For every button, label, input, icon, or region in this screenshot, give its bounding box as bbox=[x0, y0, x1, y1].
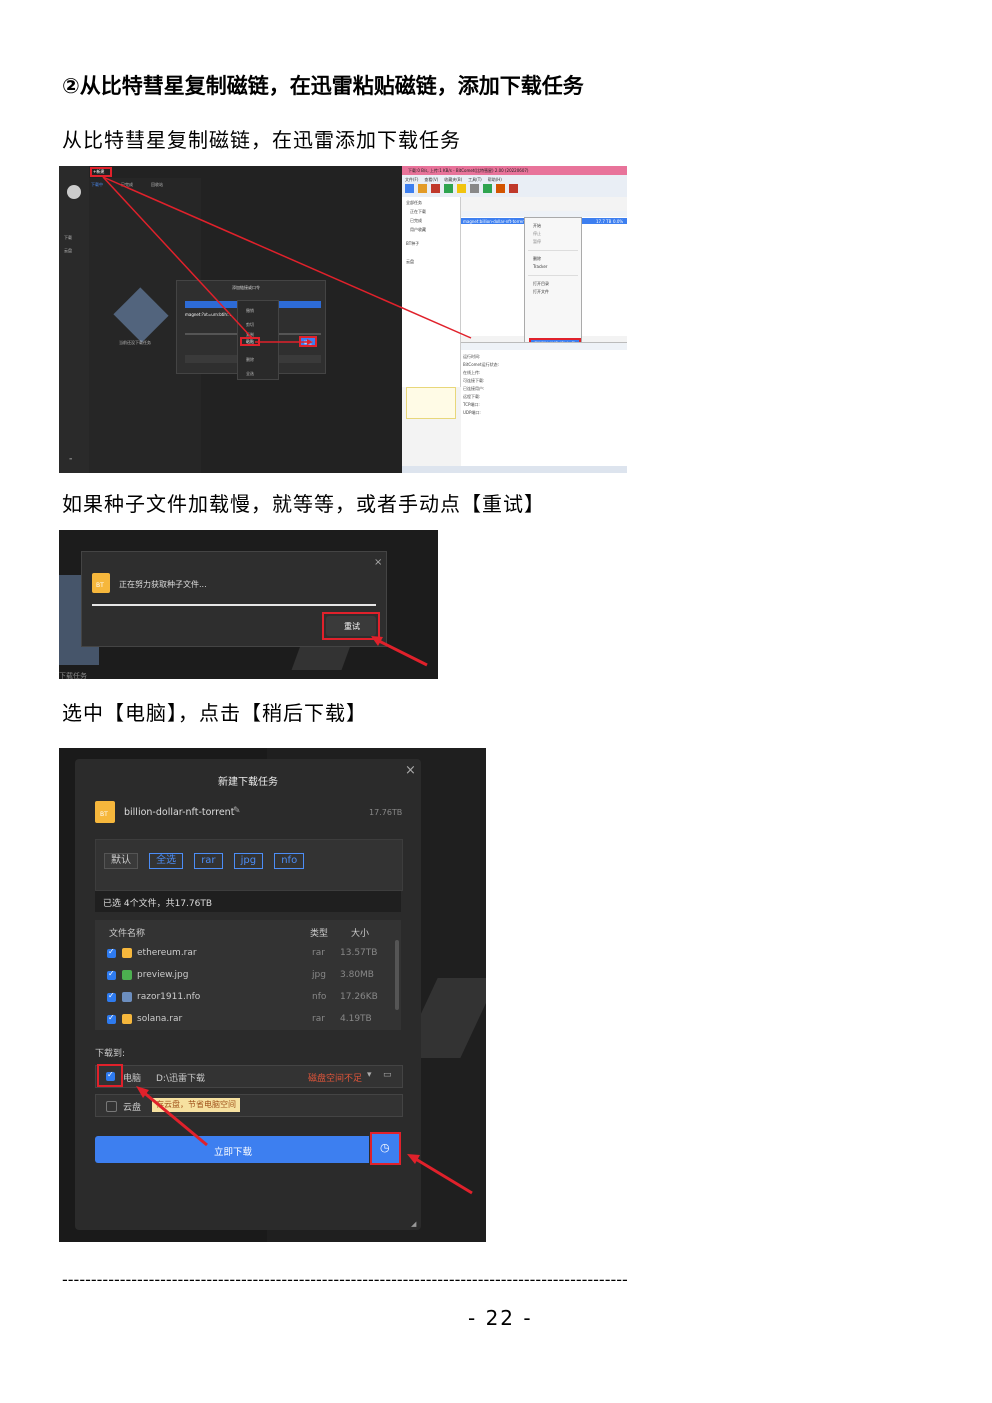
screenshot-new-download-task: 新建下载任务 × BT billion-dollar-nft-torrent ✎… bbox=[59, 748, 486, 1242]
arrow-retry bbox=[371, 636, 428, 667]
section-heading: ②从比特彗星复制磁链，在迅雷粘贴磁链，添加下载任务 bbox=[62, 74, 584, 98]
screenshot-thunder-bitcomet: 下载 云盘 ≡ 下载中 已完成 回收站 当前还没下载任务 +新建 添加链接或口令… bbox=[59, 166, 627, 473]
paragraph-1: 从比特彗星复制磁链，在迅雷添加下载任务 bbox=[62, 128, 461, 152]
paragraph-3: 选中【电脑】，点击【稍后下载】 bbox=[62, 701, 367, 725]
page-number: - 22 - bbox=[468, 1306, 533, 1330]
arrow-new-to-copy bbox=[102, 176, 472, 339]
arrows-overlay bbox=[102, 176, 472, 345]
arrow-to-pc bbox=[141, 1089, 208, 1147]
arrow-head bbox=[307, 339, 313, 345]
arrows-overlay-3 bbox=[136, 1086, 473, 1195]
arrow-new-to-paste bbox=[102, 176, 253, 339]
divider-line: ----------------------------------------… bbox=[62, 1270, 628, 1289]
paragraph-2: 如果种子文件加载慢，就等等，或者手动点【重试】 bbox=[62, 492, 545, 516]
arrow-to-later bbox=[413, 1156, 473, 1195]
screenshot-loading-torrent: 下载任务 BT 正在努力获取种子文件... × 重试 bbox=[59, 530, 438, 679]
